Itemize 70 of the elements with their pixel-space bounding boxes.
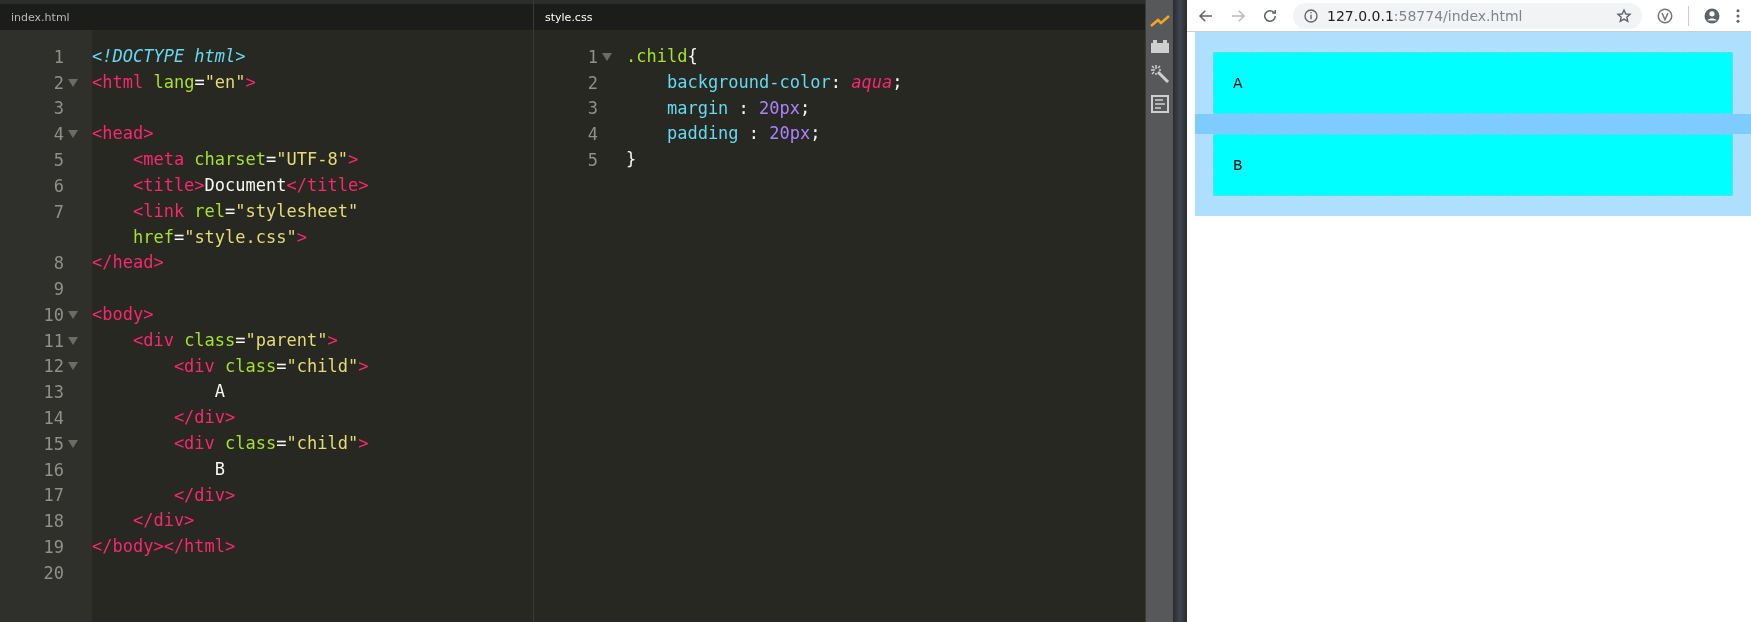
- code-line: .child{: [626, 45, 698, 68]
- line-number: 3: [53, 98, 64, 119]
- line-number: 5: [587, 150, 598, 171]
- line-number: 4: [53, 124, 64, 145]
- code-line: <!DOCTYPE html>: [92, 45, 246, 68]
- line-number: 13: [43, 382, 64, 403]
- fold-arrow-icon[interactable]: [602, 52, 612, 61]
- line-number: 10: [43, 304, 64, 325]
- code-line: <div class="parent">: [131, 328, 338, 352]
- line-number: 6: [53, 175, 64, 196]
- code-line: <div class="child">: [172, 354, 369, 378]
- child-text: B: [1233, 157, 1243, 173]
- file-tab[interactable]: style.css: [534, 10, 604, 24]
- code-line: <div class="child">: [172, 431, 369, 455]
- profile-icon[interactable]: [1703, 6, 1721, 25]
- code-line: padding : 20px;: [665, 122, 821, 146]
- code-line: B: [213, 457, 226, 481]
- fold-arrow-icon[interactable]: [68, 362, 78, 371]
- document-icon[interactable]: [1149, 94, 1170, 114]
- line-number: 9: [53, 279, 64, 300]
- line-number: 5: [53, 150, 64, 171]
- code-line: </head>: [92, 251, 164, 275]
- line-number: 15: [43, 433, 64, 454]
- line-number: 2: [587, 72, 598, 93]
- code-line: </div>: [172, 483, 236, 507]
- line-number: 17: [43, 485, 64, 506]
- line-number: 3: [587, 98, 598, 119]
- file-tab[interactable]: index.html: [0, 10, 81, 24]
- code-line: <title>Document</title>: [131, 174, 369, 197]
- star-icon[interactable]: [1616, 7, 1632, 24]
- menu-icon[interactable]: [1735, 6, 1741, 25]
- line-number: 12: [43, 356, 64, 377]
- url-text: 127.0.0.1:58774/index.html: [1327, 7, 1524, 24]
- code-line: </div>: [131, 509, 195, 533]
- fold-arrow-icon[interactable]: [68, 439, 78, 448]
- child-text: A: [1233, 75, 1243, 91]
- code-line: A: [213, 380, 226, 404]
- line-number: 8: [53, 253, 64, 274]
- fold-arrow-icon[interactable]: [68, 336, 78, 345]
- code-line: background-color: aqua;: [665, 70, 903, 94]
- code-line: <meta charset="UTF-8">: [131, 148, 359, 172]
- line-number: 16: [43, 459, 64, 480]
- fold-arrow-icon[interactable]: [68, 130, 78, 139]
- code-line: </div>: [172, 406, 236, 430]
- brick-icon[interactable]: [1149, 38, 1170, 54]
- line-number: 7: [53, 201, 64, 222]
- code-line: <head>: [92, 122, 154, 146]
- line-number: 1: [53, 46, 64, 67]
- code-line: <body>: [92, 302, 154, 326]
- line-number: 11: [43, 330, 64, 351]
- line-number: 19: [43, 537, 64, 558]
- code-line: margin : 20px;: [665, 96, 811, 120]
- info-icon: [1303, 7, 1319, 24]
- line-number: 2: [53, 72, 64, 93]
- line-number: 1: [587, 46, 598, 67]
- address-field[interactable]: 127.0.0.1:58774/index.html: [1293, 2, 1642, 29]
- fold-arrow-icon[interactable]: [68, 310, 78, 319]
- zigzag-icon[interactable]: [1149, 14, 1170, 28]
- letter-v-circle-icon[interactable]: [1656, 6, 1674, 25]
- code-line: <link rel="stylesheet": [131, 199, 359, 223]
- line-number: 20: [43, 562, 64, 583]
- fold-arrow-icon[interactable]: [68, 78, 78, 87]
- code-line: </body></html>: [92, 535, 236, 559]
- code-line: <html lang="en">: [92, 70, 256, 94]
- line-number: 14: [43, 408, 64, 429]
- code-line: }: [626, 148, 637, 172]
- magic-wand-icon[interactable]: [1149, 64, 1170, 84]
- line-number: 4: [587, 124, 598, 145]
- code-line: href="style.css">: [131, 225, 307, 249]
- line-number: 18: [43, 511, 64, 532]
